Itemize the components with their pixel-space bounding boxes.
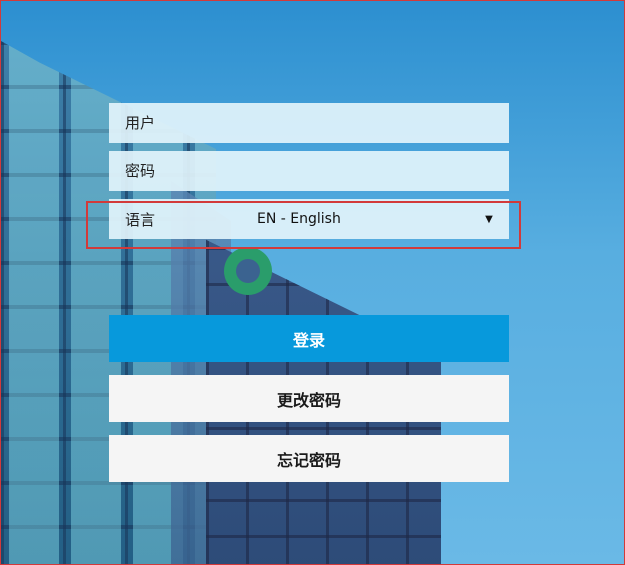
building-logo-icon (224, 247, 272, 295)
username-input[interactable] (125, 103, 509, 143)
language-selected-value[interactable]: EN - English (257, 211, 469, 227)
dropdown-caret-icon[interactable]: ▼ (469, 214, 509, 225)
username-field[interactable] (109, 103, 509, 143)
password-input[interactable] (125, 151, 509, 191)
login-screen: 语言 EN - English ▼ 登录 更改密码 忘记密码 (0, 0, 625, 565)
forgot-password-button[interactable]: 忘记密码 (109, 435, 509, 482)
language-select[interactable]: 语言 EN - English ▼ (109, 199, 509, 239)
change-password-button[interactable]: 更改密码 (109, 375, 509, 422)
language-label: 语言 (125, 210, 156, 229)
login-button[interactable]: 登录 (109, 315, 509, 362)
password-field[interactable] (109, 151, 509, 191)
